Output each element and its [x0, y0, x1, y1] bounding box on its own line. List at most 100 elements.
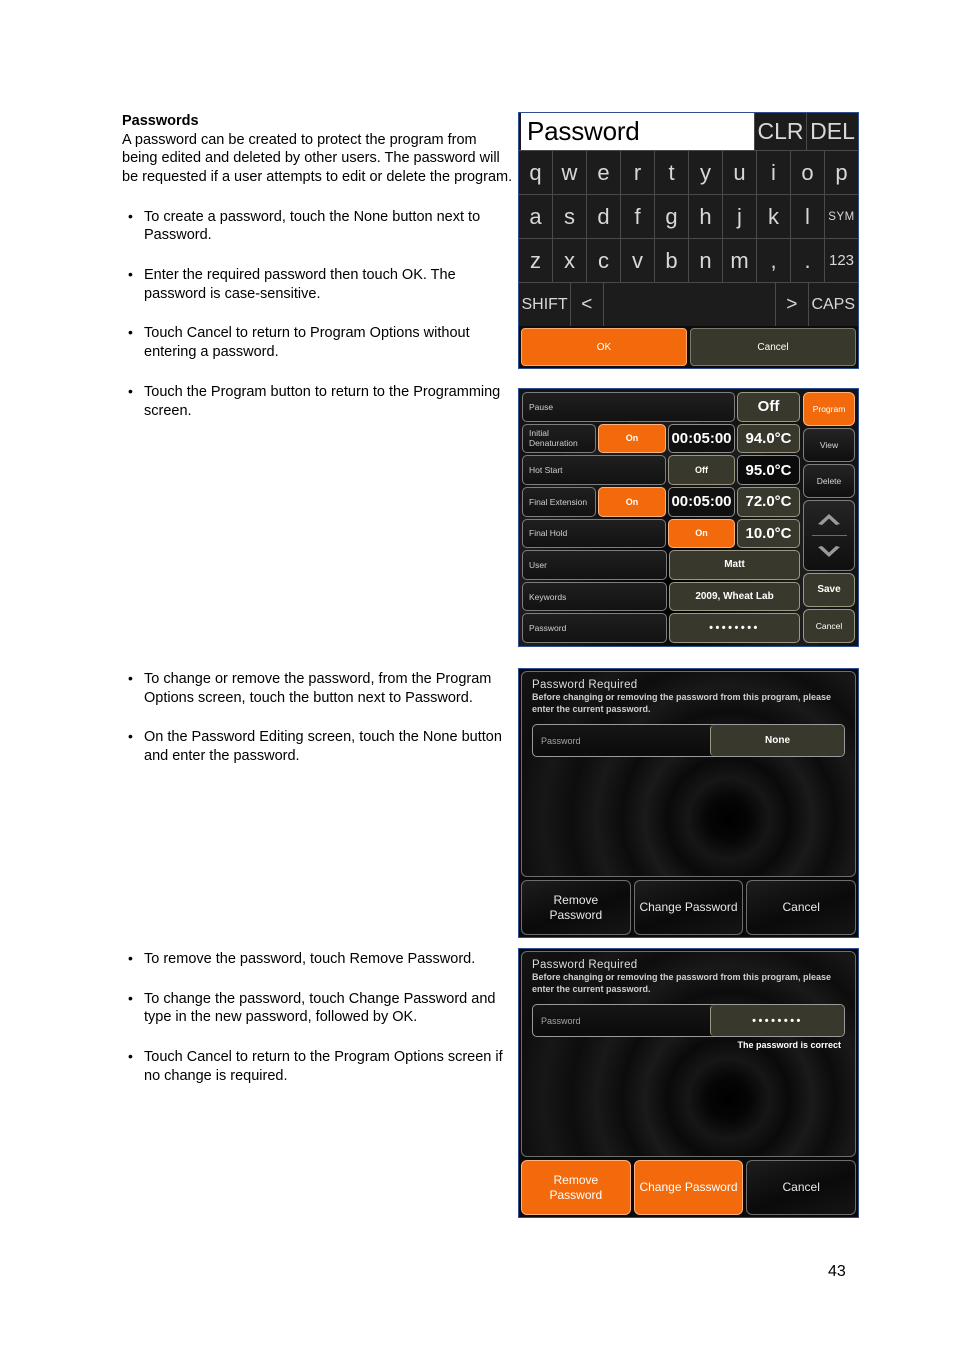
- row-label-final-extension: Final Extension: [522, 486, 596, 517]
- table-row: Final Extension On 00:05:00 72.0°C: [522, 486, 800, 517]
- table-row: Pause Off: [522, 392, 800, 422]
- password-value-button[interactable]: ••••••••: [710, 1005, 844, 1037]
- dialog-subtitle: Before changing or removing the password…: [532, 972, 832, 994]
- password-required-dialog-correct: Password Required Before changing or rem…: [518, 948, 859, 1218]
- remove-password-label: Remove Password: [549, 893, 602, 923]
- cancel-button[interactable]: Cancel: [746, 880, 857, 935]
- key-k[interactable]: k: [757, 195, 791, 238]
- key-numbers[interactable]: 123: [825, 239, 858, 282]
- scroll-up-icon[interactable]: [804, 503, 854, 535]
- final-extension-time-button[interactable]: 00:05:00: [668, 486, 735, 517]
- key-l[interactable]: l: [791, 195, 825, 238]
- cancel-button[interactable]: Cancel: [803, 608, 855, 643]
- dialog-content: Password Required Before changing or rem…: [522, 672, 855, 758]
- key-d[interactable]: d: [587, 195, 621, 238]
- table-row: Hot Start Off 95.0°C: [522, 455, 800, 485]
- key-s[interactable]: s: [553, 195, 587, 238]
- remove-password-button[interactable]: Remove Password: [521, 880, 631, 935]
- final-extension-state-button[interactable]: On: [598, 486, 666, 517]
- remove-password-label-line1: Remove: [553, 1172, 599, 1187]
- cursor-left-key[interactable]: <: [571, 283, 604, 326]
- initial-denaturation-temp-button[interactable]: 94.0°C: [737, 423, 800, 454]
- keyboard-row-4: SHIFT < > CAPS: [519, 282, 858, 326]
- key-space[interactable]: [603, 283, 777, 326]
- cancel-button[interactable]: Cancel: [746, 1160, 857, 1215]
- document-text-column: Passwords A password can be created to p…: [122, 112, 514, 420]
- keyboard-row-3: z x c v b n m , . 123: [519, 238, 858, 282]
- key-c[interactable]: c: [587, 239, 621, 282]
- remove-password-button[interactable]: Remove Password: [521, 1160, 631, 1215]
- key-w[interactable]: w: [553, 151, 587, 194]
- key-o[interactable]: o: [791, 151, 825, 194]
- password-field-label: Password: [541, 735, 581, 746]
- row-label-pause: Pause: [522, 392, 735, 422]
- change-password-button[interactable]: Change Password: [633, 1160, 744, 1215]
- initial-denaturation-state-button[interactable]: On: [598, 423, 666, 454]
- document-text-block-3: To remove the password, touch Remove Pas…: [122, 949, 514, 1086]
- scroll-buttons[interactable]: [803, 500, 855, 571]
- key-h[interactable]: h: [689, 195, 723, 238]
- user-value-button[interactable]: Matt: [669, 550, 800, 580]
- list-item: Touch the Program button to return to th…: [122, 382, 514, 420]
- list-item: To remove the password, touch Remove Pas…: [122, 949, 514, 969]
- hot-start-state-button[interactable]: Off: [668, 455, 735, 485]
- dialog-action-bar: Remove Password Change Password Cancel: [521, 1157, 857, 1215]
- key-q[interactable]: q: [519, 151, 553, 194]
- list-item: To create a password, touch the None but…: [122, 207, 514, 245]
- row-label-password: Password: [522, 613, 667, 643]
- key-y[interactable]: y: [689, 151, 723, 194]
- key-u[interactable]: u: [723, 151, 757, 194]
- password-field-row: Password None: [532, 724, 845, 758]
- final-hold-temp-button[interactable]: 10.0°C: [737, 518, 800, 549]
- key-t[interactable]: t: [655, 151, 689, 194]
- key-m[interactable]: m: [723, 239, 757, 282]
- bullet-list-1: To create a password, touch the None but…: [122, 207, 514, 421]
- key-n[interactable]: n: [689, 239, 723, 282]
- final-hold-state-button[interactable]: On: [668, 518, 735, 549]
- scroll-down-icon[interactable]: [804, 536, 854, 568]
- save-button[interactable]: Save: [803, 572, 855, 607]
- program-options-rows: Pause Off Initial Denaturation On 00:05:…: [522, 392, 800, 643]
- ok-button[interactable]: OK: [521, 328, 687, 366]
- key-r[interactable]: r: [621, 151, 655, 194]
- key-f[interactable]: f: [621, 195, 655, 238]
- delete-key[interactable]: DEL: [806, 113, 858, 150]
- key-v[interactable]: v: [621, 239, 655, 282]
- keywords-value-button[interactable]: 2009, Wheat Lab: [669, 581, 800, 612]
- clear-key[interactable]: CLR: [754, 113, 806, 150]
- pause-state-button[interactable]: Off: [737, 392, 800, 422]
- key-b[interactable]: b: [655, 239, 689, 282]
- program-button[interactable]: Program: [803, 392, 855, 427]
- cancel-button[interactable]: Cancel: [690, 328, 856, 366]
- key-shift[interactable]: SHIFT: [519, 283, 572, 326]
- delete-button[interactable]: Delete: [803, 464, 855, 499]
- keyboard-top-bar: Password CLR DEL: [519, 113, 858, 150]
- key-e[interactable]: e: [587, 151, 621, 194]
- key-a[interactable]: a: [519, 195, 553, 238]
- view-button[interactable]: View: [803, 428, 855, 463]
- key-x[interactable]: x: [553, 239, 587, 282]
- keyboard-row-2: a s d f g h j k l SYM: [519, 194, 858, 238]
- change-password-button[interactable]: Change Password: [633, 880, 744, 935]
- password-value-button[interactable]: None: [710, 725, 844, 757]
- key-z[interactable]: z: [519, 239, 553, 282]
- dialog-content: Password Required Before changing or rem…: [522, 952, 855, 1050]
- page-number: 43: [828, 1263, 846, 1280]
- page-title: Passwords: [122, 113, 199, 129]
- program-options-screen: Pause Off Initial Denaturation On 00:05:…: [518, 388, 859, 647]
- key-period[interactable]: .: [791, 239, 825, 282]
- key-i[interactable]: i: [757, 151, 791, 194]
- key-g[interactable]: g: [655, 195, 689, 238]
- final-extension-temp-button[interactable]: 72.0°C: [737, 486, 800, 517]
- list-item: Touch Cancel to return to Program Option…: [122, 323, 514, 361]
- key-comma[interactable]: ,: [757, 239, 791, 282]
- key-p[interactable]: p: [825, 151, 858, 194]
- initial-denaturation-time-button[interactable]: 00:05:00: [668, 423, 735, 454]
- cursor-right-key[interactable]: >: [776, 283, 809, 326]
- key-caps[interactable]: CAPS: [808, 283, 858, 326]
- hot-start-temp-button[interactable]: 95.0°C: [737, 455, 800, 485]
- password-value-button[interactable]: ••••••••: [669, 613, 800, 643]
- key-sym[interactable]: SYM: [825, 195, 858, 238]
- key-j[interactable]: j: [723, 195, 757, 238]
- password-entry-field[interactable]: Password: [519, 113, 754, 150]
